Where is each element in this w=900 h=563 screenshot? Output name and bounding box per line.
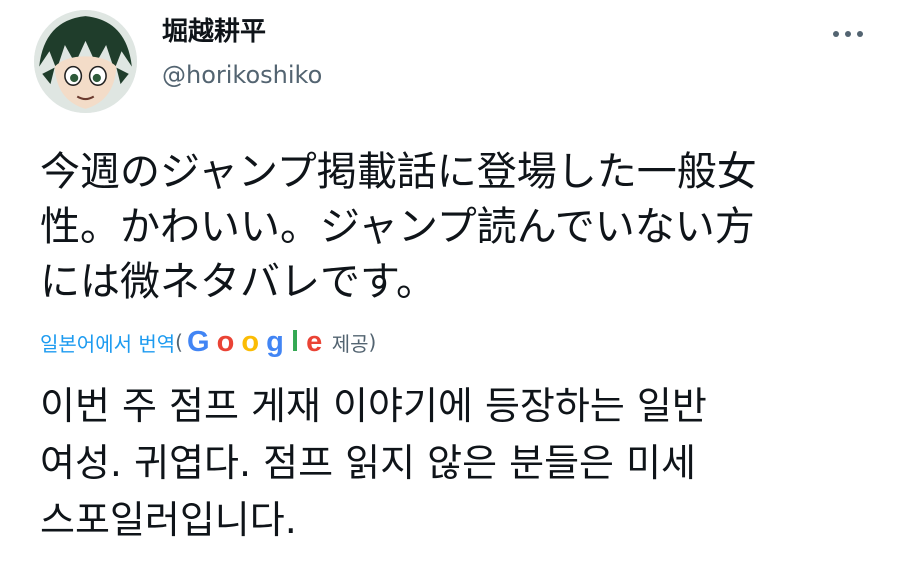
more-dots-icon: [833, 31, 863, 37]
avatar[interactable]: [34, 10, 137, 113]
google-logo: G o o g l e: [187, 326, 322, 359]
google-letter: o: [241, 325, 259, 358]
google-letter: o: [216, 325, 235, 358]
translation-attribution: 일본어에서 번역 ( G o o g l e 제공 ): [40, 322, 376, 362]
provided-by-label: 제공: [331, 331, 369, 356]
translated-text: 이번 주 점프 게재 이야기에 등장하는 일반 여성. 귀엽다. 점프 읽지 않…: [40, 384, 707, 542]
more-options-button[interactable]: [826, 20, 870, 48]
paren-close: ): [368, 330, 377, 354]
user-handle[interactable]: @horikoshiko: [162, 58, 322, 92]
avatar-image: [34, 10, 137, 113]
google-letter: e: [306, 325, 322, 358]
translate-link[interactable]: 일본어에서 번역: [40, 328, 175, 357]
display-name[interactable]: 堀越耕平: [162, 14, 266, 50]
google-letter: l: [290, 325, 299, 358]
google-letter: g: [266, 325, 284, 358]
paren-open: (: [175, 330, 183, 354]
google-letter: G: [186, 325, 210, 358]
tweet-text: 今週のジャンプ掲載話に登場した一般女 性。かわいい。ジャンプ読んでいない方 には…: [40, 149, 757, 305]
